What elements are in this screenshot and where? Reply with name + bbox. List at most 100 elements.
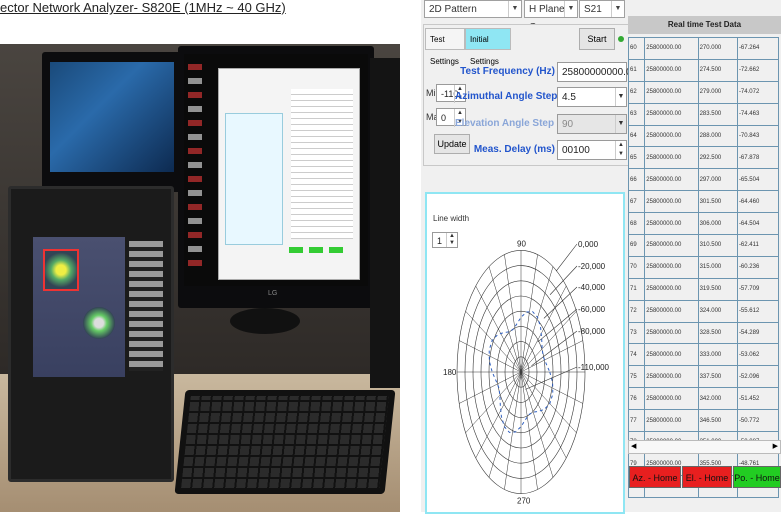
realtime-table-panel: Real time Test Data 60 25800000.00 270.000… [627, 0, 781, 512]
table-cell: 68 [627, 212, 646, 236]
table-row: 77 25800000.00 346.500 -50.772 [627, 409, 780, 433]
table-cell: 288.000 [697, 124, 738, 148]
polar-spoke [465, 311, 522, 373]
meas-delay-input[interactable]: 00100 ▲ ▼ [557, 140, 627, 160]
pattern-select-value: 2D Pattern [429, 4, 477, 15]
elevation-step-select[interactable]: 90 ▼ [557, 114, 627, 134]
table-cell: -64.460 [736, 190, 780, 214]
polar-spoke [465, 371, 522, 433]
table-cell: -50.772 [736, 409, 780, 433]
chevron-down-icon: ▼ [508, 1, 521, 17]
main-monitor: LG [178, 46, 374, 308]
chevron-right-icon[interactable]: ▶ [773, 441, 778, 453]
table-row: 76 25800000.00 342.000 -51.452 [627, 387, 780, 411]
polar-spoke [520, 371, 554, 478]
test-frequency-input[interactable]: 25800000000.000 [557, 62, 643, 82]
table-cell: -55.612 [736, 299, 780, 323]
table-cell: 25800000.00 [644, 299, 699, 323]
back-monitor-screen [50, 62, 174, 172]
angle-label-90: 90 [517, 239, 526, 248]
tab-initial-settings[interactable]: Initial Settings [465, 28, 511, 66]
photo-caption: ector Network Analyzer- S820E (1MHz ~ 40… [0, 0, 286, 15]
table-row: 65 25800000.00 292.500 -67.878 [627, 146, 780, 170]
ring-label: -110,000 [578, 363, 610, 372]
azimuth-step-label: Azimuthal Angle Step (°) [455, 91, 571, 102]
table-cell: 73 [627, 321, 646, 345]
az-home-button[interactable]: Az. - Home [629, 466, 681, 488]
ring-label-leader [531, 330, 578, 366]
polar-spoke [475, 285, 522, 373]
table-cell: 64 [627, 124, 646, 148]
table-cell: 297.000 [697, 168, 738, 192]
table-cell: 66 [627, 168, 646, 192]
software-window [218, 68, 360, 280]
table-cell: 71 [627, 277, 646, 301]
chevron-down-icon: ▼ [564, 1, 577, 17]
polar-spoke [520, 266, 554, 373]
polar-spoke [459, 371, 522, 404]
angle-label-270: 270 [517, 497, 531, 506]
elevation-step-label: Elevation Angle Step (°) [455, 118, 568, 129]
table-cell: 25800000.00 [644, 102, 699, 126]
back-monitor [42, 52, 182, 192]
table-cell: 25800000.00 [644, 255, 699, 279]
sparam-select-value: S21 [584, 4, 602, 15]
chevron-down-icon: ▼ [615, 88, 626, 106]
table-cell: 279.000 [697, 80, 738, 104]
table-row: 70 25800000.00 315.000 -60.236 [627, 255, 780, 279]
azimuth-step-select[interactable]: 4.5 ▼ [557, 87, 627, 107]
polar-spoke [459, 340, 522, 373]
start-button[interactable]: Start [579, 28, 615, 50]
ring-label: -80,000 [578, 327, 606, 336]
polar-spoke [488, 266, 522, 373]
ring-label: -60,000 [578, 305, 606, 314]
table-cell: 315.000 [697, 255, 738, 279]
table-cell: 72 [627, 299, 646, 323]
lab-setup-photo: LG [0, 44, 400, 512]
table-row: 62 25800000.00 279.000 -74.072 [627, 80, 780, 104]
pattern-select[interactable]: 2D Pattern ▼ [424, 0, 522, 18]
table-cell: 62 [627, 80, 646, 104]
vna-instrument [8, 186, 174, 482]
table-cell: 63 [627, 102, 646, 126]
chevron-down-icon: ▼ [611, 1, 624, 17]
el-home-button[interactable]: El. - Home [682, 466, 732, 488]
chevron-left-icon[interactable]: ◀ [631, 441, 636, 453]
table-cell: 25800000.00 [644, 58, 699, 82]
table-cell: 25800000.00 [644, 168, 699, 192]
table-cell: -54.289 [736, 321, 780, 345]
table-row: 68 25800000.00 306.000 -64.504 [627, 212, 780, 236]
table-cell: 25800000.00 [644, 234, 699, 257]
table-cell: 337.500 [697, 365, 738, 389]
table-cell: 310.500 [697, 234, 738, 257]
vna-smith-chart [43, 249, 79, 291]
status-led-icon [618, 36, 624, 42]
plane-select[interactable]: H Plane Co ▼ [524, 0, 578, 33]
table-cell: 333.000 [697, 343, 738, 367]
polar-spoke [520, 371, 583, 404]
table-row: 60 25800000.00 270.000 -67.264 [627, 37, 780, 60]
monitor-brand: LG [268, 290, 278, 297]
tab-test-settings[interactable]: Test Settings [425, 28, 465, 66]
software-green-button [329, 247, 343, 253]
chevron-down-icon: ▼ [615, 115, 626, 133]
table-cell: 25800000.00 [644, 190, 699, 214]
table-cell: 25800000.00 [644, 277, 699, 301]
table-cell: 324.000 [697, 299, 738, 323]
desktop-icons [188, 64, 202, 274]
table-cell: 25800000.00 [644, 321, 699, 345]
polar-spoke [488, 371, 522, 478]
ring-label-leader [537, 308, 578, 343]
horizontal-scrollbar[interactable]: ◀ ▶ [628, 440, 781, 454]
table-row: 63 25800000.00 283.500 -74.463 [627, 102, 780, 126]
table-row: 74 25800000.00 333.000 -53.062 [627, 343, 780, 367]
table-cell: 301.500 [697, 190, 738, 214]
table-cell: -65.504 [736, 168, 780, 192]
spinner-icon[interactable]: ▲ ▼ [615, 141, 626, 159]
table-cell: -67.878 [736, 146, 780, 170]
polar-spoke [520, 285, 567, 373]
po-home-button[interactable]: Po. - Home [733, 466, 781, 488]
polar-spoke [475, 371, 522, 459]
polar-spoke [504, 371, 522, 490]
sparam-select[interactable]: S21 ▼ [579, 0, 625, 18]
